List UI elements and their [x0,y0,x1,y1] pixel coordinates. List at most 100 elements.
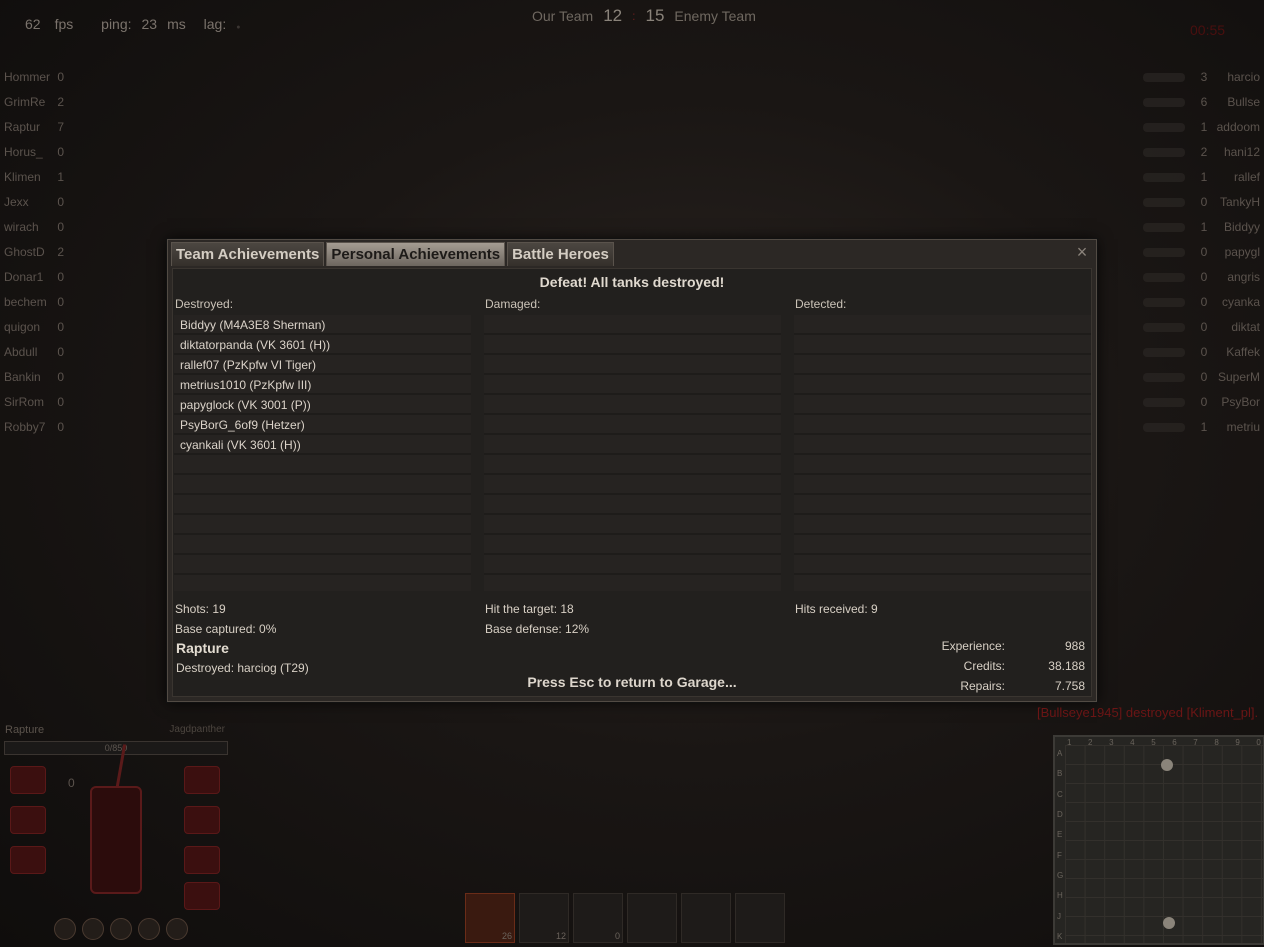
player-name: addoom [1216,120,1260,134]
tank-icon [1143,223,1185,232]
team-row: 0 TankyH [1136,195,1260,220]
team-row: GhostD 2 [4,245,64,270]
performance-stats: 62 fps ping: 23 ms lag: ● [25,16,250,32]
shell-ap-icon[interactable]: 26 [465,893,515,943]
shell-apcr-icon[interactable]: 12 [519,893,569,943]
team-row: 0 SuperM [1136,370,1260,395]
fps-value: 62 [25,16,41,32]
fire-extinguisher-icon[interactable] [735,893,785,943]
minimap-row-label: E [1057,830,1063,840]
tab-personal-achievements[interactable]: Personal Achievements [326,242,506,266]
player-tank-owner: Rapture [5,724,45,736]
team-row: Raptur 7 [4,120,64,145]
repair-kit-icon[interactable] [627,893,677,943]
destroyed-list-item: papyglock (VK 3001 (P)) [180,398,311,412]
first-aid-kit-icon[interactable] [681,893,731,943]
minimap-row-label: G [1057,870,1064,880]
team-row: 1 rallef [1136,170,1260,195]
player-name: Donar1 [4,270,44,284]
hit-target-stat: Hit the target: 18 [485,602,574,616]
our-team-label: Our Team [532,8,594,24]
player-name: TankyH [1219,195,1260,209]
tank-icon [1143,198,1185,207]
hp-bar: 0/850 [4,741,228,755]
minimap-col-label: 0 [1256,738,1261,747]
team-row: Hommer 0 [4,70,64,95]
player-name: quigon [4,320,41,334]
player-name: Horus_ [4,145,43,159]
player-frags: 1 [1200,220,1208,234]
enemy-team-score: 15 [645,6,665,25]
team-row: Abdull 0 [4,345,64,370]
detected-list[interactable] [794,315,1091,591]
player-frags: 0 [57,320,64,334]
tab-battle-heroes[interactable]: Battle Heroes [507,242,614,266]
experience-row: Experience: 988 [885,639,1085,653]
minimap-col-label: 4 [1130,738,1135,747]
team-row: 0 cyanka [1136,295,1260,320]
destroyed-list[interactable]: Biddyy (M4A3E8 Sherman) diktatorpanda (VK… [174,315,471,591]
player-name: wirach [4,220,39,234]
tank-icon [1143,348,1185,357]
minimap[interactable]: 1 2 3 4 5 6 7 8 9 0 A BCD EFG HJK [1053,735,1264,945]
player-name: harcio [1227,70,1260,84]
tank-icon [1143,398,1185,407]
destroyed-list-item: cyankali (VK 3601 (H)) [180,438,301,452]
team-row: 0 diktat [1136,320,1260,345]
results-panel: Defeat! All tanks destroyed! Destroyed: … [172,268,1092,697]
player-name: Jexx [4,195,29,209]
credits-value: 38.188 [1048,659,1085,673]
tab-team-achievements[interactable]: Team Achievements [171,242,325,266]
shell-he-icon[interactable]: 0 [573,893,623,943]
tank-icon [1143,73,1185,82]
kill-feed-message: [Bullseye1945] destroyed [Kliment_pl]. [1037,705,1259,720]
minimap-row-label: H [1057,891,1063,901]
minimap-col-label: 9 [1235,738,1240,747]
player-name: SirRom [4,395,45,409]
radio-operator-icon [138,918,160,940]
experience-value: 988 [1064,639,1085,653]
tank-icon [1143,273,1185,282]
team-row: 6 Bullse [1136,95,1260,120]
destroyed-list-item: diktatorpanda (VK 3601 (H)) [180,338,331,352]
driver-icon [110,918,132,940]
player-frags: 6 [1200,95,1208,109]
player-name: GhostD [4,245,45,259]
player-frags: 0 [57,220,64,234]
experience-label: Experience: [941,639,1005,653]
minimap-row-label: B [1057,769,1063,779]
player-frags: 0 [57,70,64,84]
tank-icon [1143,148,1185,157]
team-row: Donar1 0 [4,270,64,295]
base-flag-icon [1161,759,1173,771]
player-frags: 0 [1200,345,1208,359]
minimap-grid [1065,745,1263,943]
player-frags: 0 [1200,370,1208,384]
ammo-rack-icon [10,806,46,834]
engine-icon [10,766,46,794]
battle-results-dialog: Team Achievements Personal Achievements … [167,239,1097,702]
observation-icon [184,882,220,910]
destroyed-list-item: PsyBorG_6of9 (Hetzer) [180,418,305,432]
gun-icon [184,806,220,834]
our-team-score: 12 [603,6,623,25]
destroyed-by: Destroyed: harciog (T29) [176,661,309,675]
team-row: 1 metriu [1136,420,1260,445]
player-name: Kaffek [1226,345,1260,359]
tank-icon [1143,373,1185,382]
player-name: bechem [4,295,47,309]
ammo-consumables-bar: 26 12 0 [465,893,785,943]
tracks-icon [184,846,220,874]
minimap-row-label: J [1057,911,1061,921]
team-row: 0 PsyBor [1136,395,1260,420]
player-frags: 0 [57,145,64,159]
enemy-team-label: Enemy Team [674,8,756,24]
damaged-list[interactable] [484,315,781,591]
close-icon[interactable]: × [1074,243,1090,261]
player-frags: 1 [1200,120,1208,134]
minimap-row-label: K [1057,931,1063,941]
minimap-col-label: 6 [1172,738,1177,747]
player-name: Abdull [4,345,38,359]
tank-status-panel: Rapture Jagdpanther 0/850 0 [2,722,228,944]
destroyed-header: Destroyed: [175,297,234,311]
